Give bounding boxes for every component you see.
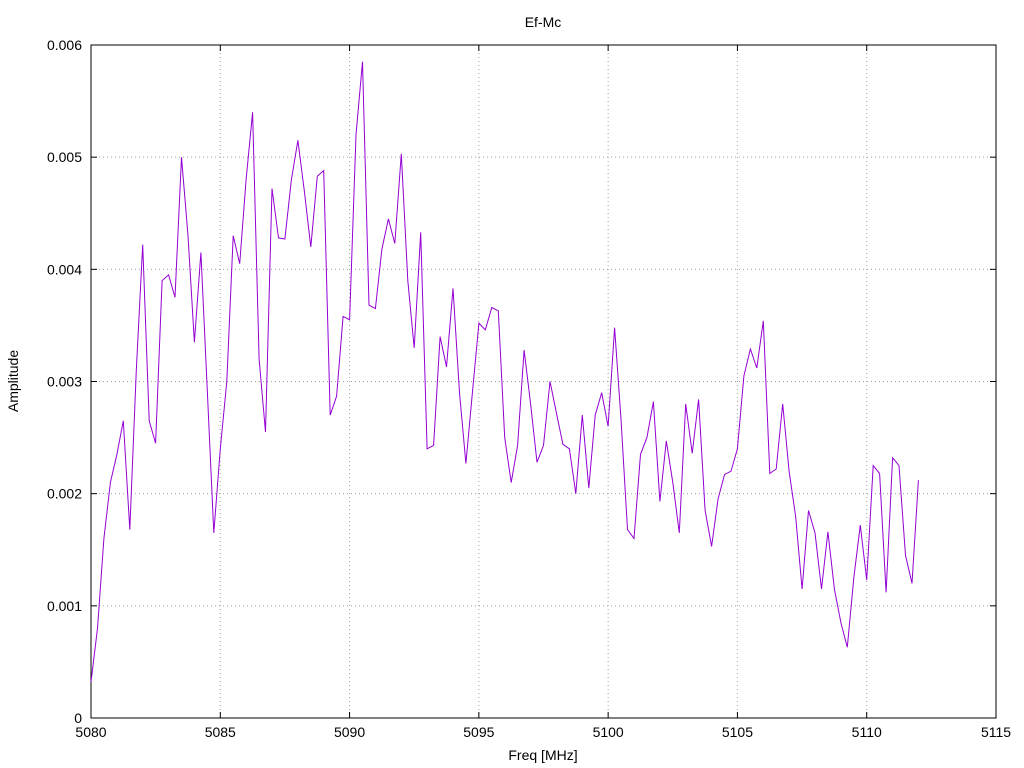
chart-title: Ef-Mc [525,14,562,30]
y-tick-label: 0.001 [47,598,82,614]
y-tick-label: 0.004 [47,261,82,277]
x-tick-label: 5080 [75,724,106,740]
x-tick-label: 5115 [981,724,1011,740]
x-axis-label: Freq [MHz] [508,747,577,763]
y-tick-labels: 0 0.001 0.002 0.003 0.004 0.005 0.006 [47,37,82,726]
line-chart: 5080 5085 5090 5095 5100 5105 5110 5115 00.0010… [5,14,1011,763]
y-tick-label: 0.003 [47,374,82,390]
x-tick-label: 5105 [722,724,753,740]
x-tick-label: 5110 [852,724,882,740]
x-tick-labels: 5080 5085 5090 5095 5100 5105 5110 5115 [75,724,1011,740]
series-line [90,61,919,683]
x-tick-label: 5085 [205,724,236,740]
y-tick-label: 0.002 [47,486,82,502]
x-tick-label: 5090 [334,724,365,740]
y-tick-label: 0 [74,710,82,726]
y-tick-label: 0.005 [47,149,82,165]
y-axis-label: Amplitude [5,350,21,412]
y-tick-label: 0.006 [47,37,82,53]
x-tick-label: 5100 [593,724,624,740]
x-tick-label: 5095 [463,724,494,740]
series-layer [90,61,919,683]
